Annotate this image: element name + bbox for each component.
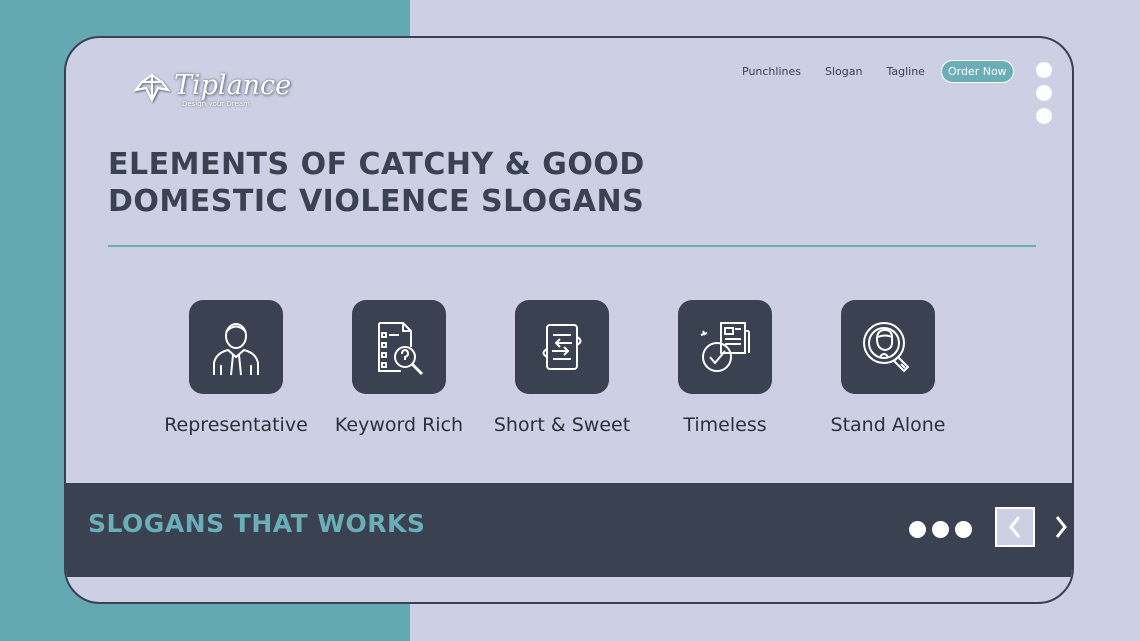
feature-label-representative: Representative [164, 414, 308, 436]
magnifier-person-icon [863, 322, 910, 373]
feature-label-keyword-rich: Keyword Rich [334, 414, 464, 436]
page-title-line-2: Domestic Violence Slogans [108, 184, 645, 219]
band-title: Slogans That Works [88, 509, 426, 538]
page-title-line-1: Elements of Catchy & Good [108, 147, 645, 182]
feature-keyword-rich: Keyword Rich [317, 300, 481, 436]
document-search-icon [378, 322, 424, 376]
nav-link-tagline[interactable]: Tagline [886, 65, 924, 78]
nav-link-punchlines[interactable]: Punchlines [742, 65, 801, 78]
feature-stand-alone: Stand Alone [806, 300, 970, 436]
slide-dot[interactable] [909, 521, 926, 538]
chevron-left-icon [1009, 516, 1021, 538]
page-title: Elements of Catchy & Good Domestic Viole… [108, 146, 645, 220]
feature-label-timeless: Timeless [683, 414, 767, 436]
previous-button[interactable] [995, 507, 1035, 547]
feature-label-stand-alone: Stand Alone [830, 414, 946, 436]
bottom-band: Slogans That Works [66, 483, 1072, 577]
top-nav: Punchlines Slogan Tagline Order Now [742, 60, 1014, 83]
feature-list: Representative Keyword Rich Short & Swee… [66, 300, 1072, 460]
logo-wordmark: Tiplance [174, 70, 292, 101]
next-button[interactable] [1046, 507, 1072, 547]
feature-timeless: Timeless [643, 300, 807, 436]
feature-label-short-sweet: Short & Sweet [493, 414, 631, 436]
logo-tagline: Design your Dream [182, 100, 250, 108]
clock-news-icon [700, 322, 750, 372]
feature-short-sweet: Short & Sweet [480, 300, 644, 436]
title-divider [108, 245, 1036, 247]
menu-dots-icon[interactable] [1036, 62, 1052, 131]
order-now-button[interactable]: Order Now [940, 60, 1014, 83]
exchange-document-icon [542, 324, 582, 370]
brand-logo[interactable]: Tiplance Design your Dream [130, 68, 291, 116]
slide-indicator-dots [909, 521, 978, 538]
feature-representative: Representative [154, 300, 318, 436]
chevron-right-icon [1055, 516, 1067, 538]
logo-mark-icon [133, 73, 171, 103]
person-icon [213, 323, 259, 376]
slide-dot[interactable] [932, 521, 949, 538]
nav-link-slogan[interactable]: Slogan [825, 65, 862, 78]
slide-dot[interactable] [955, 521, 972, 538]
main-card: Tiplance Design your Dream Punchlines Sl… [64, 36, 1074, 604]
